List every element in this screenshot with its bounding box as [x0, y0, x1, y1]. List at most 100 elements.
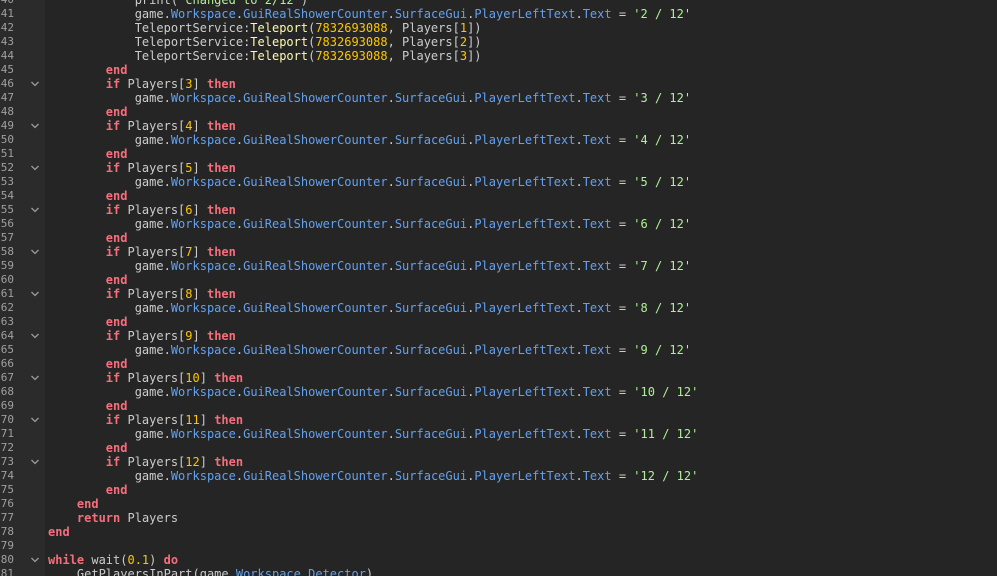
code-text[interactable]: game.Workspace.GuiRealShowerCounter.Surf… [48, 7, 691, 21]
code-text[interactable]: end [48, 189, 128, 203]
code-text[interactable]: game.Workspace.GuiRealShowerCounter.Surf… [48, 133, 691, 147]
fold-chevron-icon[interactable] [30, 331, 40, 341]
code-token: TeleportService: [134, 21, 251, 35]
code-line[interactable]: 79 [0, 539, 997, 553]
code-text[interactable]: game.Workspace.GuiRealShowerCounter.Surf… [48, 259, 691, 273]
code-text[interactable]: if Players[8] then [48, 287, 236, 301]
code-line[interactable]: 45 end [0, 63, 997, 77]
code-line[interactable]: 75 end [0, 483, 997, 497]
code-text[interactable]: end [48, 231, 128, 245]
code-lines[interactable]: 40 print('changed to 2/12')41 game.Works… [0, 0, 997, 576]
code-line[interactable]: 80 while wait(0.1) do [0, 553, 997, 567]
fold-chevron-icon[interactable] [30, 163, 40, 173]
fold-chevron-icon[interactable] [30, 289, 40, 299]
code-line[interactable]: 43 TeleportService:Teleport(7832693088, … [0, 35, 997, 49]
code-line[interactable]: 60 end [0, 273, 997, 287]
code-text[interactable]: end [48, 315, 128, 329]
code-line[interactable]: 76 end [0, 497, 997, 511]
code-text[interactable]: TeleportService:Teleport(7832693088, Pla… [48, 21, 482, 35]
code-text[interactable]: game.Workspace.GuiRealShowerCounter.Surf… [48, 91, 691, 105]
code-line[interactable]: 51 end [0, 147, 997, 161]
code-text[interactable]: while wait(0.1) do [48, 553, 178, 567]
code-line[interactable]: 54 end [0, 189, 997, 203]
code-line[interactable]: 69 end [0, 399, 997, 413]
code-token: . [235, 133, 244, 147]
fold-chevron-icon[interactable] [30, 205, 40, 215]
code-line[interactable]: 64 if Players[9] then [0, 329, 997, 343]
code-text[interactable]: end [48, 399, 128, 413]
fold-chevron-icon[interactable] [30, 121, 40, 131]
fold-chevron-icon[interactable] [30, 373, 40, 383]
code-line[interactable]: 65 game.Workspace.GuiRealShowerCounter.S… [0, 343, 997, 357]
code-text[interactable]: game.Workspace.GuiRealShowerCounter.Surf… [48, 385, 699, 399]
code-text[interactable]: end [48, 105, 128, 119]
code-line[interactable]: 41 game.Workspace.GuiRealShowerCounter.S… [0, 7, 997, 21]
code-line[interactable]: 63 end [0, 315, 997, 329]
code-text[interactable]: if Players[7] then [48, 245, 236, 259]
code-line[interactable]: 81 GetPlayersInPart(game.Workspace.Detec… [0, 567, 997, 576]
fold-chevron-icon[interactable] [30, 79, 40, 89]
code-line[interactable]: 55 if Players[6] then [0, 203, 997, 217]
code-text[interactable]: if Players[6] then [48, 203, 236, 217]
code-line[interactable]: 77 return Players [0, 511, 997, 525]
code-text[interactable]: print('changed to 2/12') [48, 0, 308, 7]
code-line[interactable]: 72 end [0, 441, 997, 455]
code-line[interactable]: 61 if Players[8] then [0, 287, 997, 301]
code-text[interactable]: if Players[5] then [48, 161, 236, 175]
code-line[interactable]: 74 game.Workspace.GuiRealShowerCounter.S… [0, 469, 997, 483]
fold-chevron-icon[interactable] [30, 247, 40, 257]
code-text[interactable]: game.Workspace.GuiRealShowerCounter.Surf… [48, 343, 691, 357]
code-text[interactable]: if Players[10] then [48, 371, 243, 385]
code-line[interactable]: 56 game.Workspace.GuiRealShowerCounter.S… [0, 217, 997, 231]
code-text[interactable]: if Players[4] then [48, 119, 236, 133]
code-text[interactable]: game.Workspace.GuiRealShowerCounter.Surf… [48, 175, 691, 189]
code-token: 7832693088 [315, 49, 388, 63]
code-text[interactable]: game.Workspace.GuiRealShowerCounter.Surf… [48, 427, 699, 441]
code-line[interactable]: 71 game.Workspace.GuiRealShowerCounter.S… [0, 427, 997, 441]
code-line[interactable]: 67 if Players[10] then [0, 371, 997, 385]
code-line[interactable]: 48 end [0, 105, 997, 119]
code-line[interactable]: 73 if Players[12] then [0, 455, 997, 469]
code-text[interactable]: if Players[9] then [48, 329, 236, 343]
code-text[interactable]: if Players[11] then [48, 413, 243, 427]
code-line[interactable]: 59 game.Workspace.GuiRealShowerCounter.S… [0, 259, 997, 273]
code-text[interactable]: end [48, 147, 128, 161]
code-line[interactable]: 40 print('changed to 2/12') [0, 0, 997, 7]
code-line[interactable]: 58 if Players[7] then [0, 245, 997, 259]
code-line[interactable]: 52 if Players[5] then [0, 161, 997, 175]
code-text[interactable]: end [48, 273, 128, 287]
code-line[interactable]: 66 end [0, 357, 997, 371]
code-text[interactable]: GetPlayersInPart(game.Workspace.Detector… [48, 567, 373, 576]
code-line[interactable]: 53 game.Workspace.GuiRealShowerCounter.S… [0, 175, 997, 189]
code-text[interactable]: game.Workspace.GuiRealShowerCounter.Surf… [48, 217, 691, 231]
code-text[interactable]: end [48, 525, 70, 539]
code-editor[interactable]: 40 print('changed to 2/12')41 game.Works… [0, 0, 997, 576]
code-text[interactable]: end [48, 441, 128, 455]
fold-chevron-icon[interactable] [30, 457, 40, 467]
code-text[interactable]: end [48, 63, 128, 77]
code-line[interactable]: 68 game.Workspace.GuiRealShowerCounter.S… [0, 385, 997, 399]
code-text[interactable]: game.Workspace.GuiRealShowerCounter.Surf… [48, 469, 699, 483]
code-token: 10 [185, 371, 200, 385]
code-line[interactable]: 50 game.Workspace.GuiRealShowerCounter.S… [0, 133, 997, 147]
code-text[interactable]: end [48, 483, 128, 497]
code-text[interactable]: end [48, 497, 99, 511]
code-line[interactable]: 78 end [0, 525, 997, 539]
code-text[interactable]: end [48, 357, 128, 371]
code-text[interactable]: return Players [48, 511, 178, 525]
code-line[interactable]: 46 if Players[3] then [0, 77, 997, 91]
code-text[interactable]: if Players[3] then [48, 77, 236, 91]
code-line[interactable]: 70 if Players[11] then [0, 413, 997, 427]
code-line[interactable]: 42 TeleportService:Teleport(7832693088, … [0, 21, 997, 35]
fold-chevron-icon[interactable] [30, 555, 40, 565]
code-text[interactable]: TeleportService:Teleport(7832693088, Pla… [48, 35, 482, 49]
code-line[interactable]: 62 game.Workspace.GuiRealShowerCounter.S… [0, 301, 997, 315]
code-line[interactable]: 44 TeleportService:Teleport(7832693088, … [0, 49, 997, 63]
code-text[interactable]: if Players[12] then [48, 455, 243, 469]
code-line[interactable]: 57 end [0, 231, 997, 245]
code-line[interactable]: 47 game.Workspace.GuiRealShowerCounter.S… [0, 91, 997, 105]
fold-chevron-icon[interactable] [30, 415, 40, 425]
code-text[interactable]: TeleportService:Teleport(7832693088, Pla… [48, 49, 482, 63]
code-text[interactable]: game.Workspace.GuiRealShowerCounter.Surf… [48, 301, 691, 315]
code-line[interactable]: 49 if Players[4] then [0, 119, 997, 133]
